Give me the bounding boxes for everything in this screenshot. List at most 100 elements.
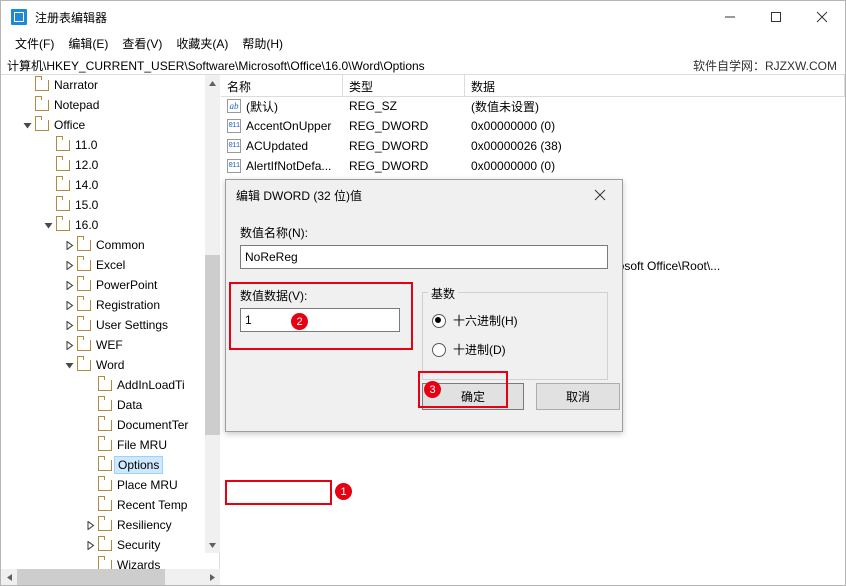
chevron-right-icon[interactable] xyxy=(82,535,98,555)
tree-item-label: File MRU xyxy=(115,437,169,453)
tree-item-documentter[interactable]: DocumentTer xyxy=(1,415,206,435)
chevron-down-icon[interactable] xyxy=(61,355,77,375)
tree-item-registration[interactable]: Registration xyxy=(1,295,206,315)
annotation-badge-1: 1 xyxy=(335,483,352,500)
tree-spacer xyxy=(82,555,98,569)
tree-item-15-0[interactable]: 15.0 xyxy=(1,195,206,215)
chevron-down-icon[interactable] xyxy=(19,115,35,135)
table-row[interactable]: 011AccentOnUpperREG_DWORD0x00000000 (0) xyxy=(221,116,845,136)
tree-item-powerpoint[interactable]: PowerPoint xyxy=(1,275,206,295)
edit-dword-dialog: 编辑 DWORD (32 位)值 数值名称(N): NoReReg 数值数据(V… xyxy=(225,179,623,432)
tree-horizontal-scrollbar[interactable] xyxy=(1,569,220,585)
radio-hexadecimal-label: 十六进制(H) xyxy=(453,312,518,329)
chevron-right-icon[interactable] xyxy=(61,235,77,255)
value-data-cell: 0x00000000 (0) xyxy=(465,159,845,173)
chevron-right-icon[interactable] xyxy=(82,515,98,535)
menu-favorites[interactable]: 收藏夹(A) xyxy=(169,33,235,54)
column-header-data[interactable]: 数据 xyxy=(465,75,845,96)
minimize-icon[interactable] xyxy=(707,1,753,33)
table-row[interactable]: 011ACUpdatedREG_DWORD0x00000026 (38) xyxy=(221,136,845,156)
chevron-right-icon[interactable] xyxy=(61,295,77,315)
tree-scroll-thumb[interactable] xyxy=(205,255,220,435)
address-bar[interactable]: 计算机\HKEY_CURRENT_USER\Software\Microsoft… xyxy=(1,54,845,75)
chevron-right-icon[interactable] xyxy=(61,335,77,355)
tree-item-common[interactable]: Common xyxy=(1,235,206,255)
radio-hexadecimal[interactable]: 十六进制(H) xyxy=(432,312,518,329)
tree-item-label: 16.0 xyxy=(73,217,100,233)
tree-spacer xyxy=(82,455,98,475)
dialog-close-icon[interactable] xyxy=(578,180,622,210)
value-name-text: ACUpdated xyxy=(246,139,308,153)
tree-item-label: Options xyxy=(114,456,163,474)
tree-item-addinloadti[interactable]: AddInLoadTi xyxy=(1,375,206,395)
folder-icon xyxy=(98,515,115,535)
tree-item-data[interactable]: Data xyxy=(1,395,206,415)
registry-tree-pane[interactable]: Narrator Notepad Office11.012.014.015.0 16.… xyxy=(1,75,220,569)
value-data-label: 数值数据(V): xyxy=(240,287,307,304)
menu-view[interactable]: 查看(V) xyxy=(115,33,169,54)
radio-hexadecimal-indicator xyxy=(432,314,446,328)
tree-item-label: Notepad xyxy=(52,97,101,113)
table-row[interactable]: ab(默认)REG_SZ(数值未设置) xyxy=(221,96,845,116)
tree-item-11-0[interactable]: 11.0 xyxy=(1,135,206,155)
tree-hscroll-thumb[interactable] xyxy=(17,569,165,585)
value-data-field[interactable]: 1 xyxy=(240,308,400,332)
value-type-cell: REG_SZ xyxy=(343,99,465,113)
tree-item-label: Place MRU xyxy=(115,477,180,493)
chevron-right-icon[interactable] xyxy=(61,315,77,335)
maximize-icon[interactable] xyxy=(753,1,799,33)
tree-item-14-0[interactable]: 14.0 xyxy=(1,175,206,195)
value-name-field[interactable]: NoReReg xyxy=(240,245,608,269)
tree-item-resiliency[interactable]: Resiliency xyxy=(1,515,206,535)
tree-item-16-0[interactable]: 16.0 xyxy=(1,215,206,235)
radio-decimal[interactable]: 十进制(D) xyxy=(432,341,506,358)
tree-item-place-mru[interactable]: Place MRU xyxy=(1,475,206,495)
tree-spacer xyxy=(40,195,56,215)
column-header-name[interactable]: 名称 xyxy=(221,75,343,96)
chevron-down-icon[interactable] xyxy=(40,215,56,235)
tree-scroll-left-arrow[interactable] xyxy=(1,569,17,585)
close-icon[interactable] xyxy=(799,1,845,33)
tree-item-recent-temp[interactable]: Recent Temp xyxy=(1,495,206,515)
title-bar: 注册表编辑器 xyxy=(1,1,845,33)
table-row[interactable]: 011AlertIfNotDefa...REG_DWORD0x00000000 … xyxy=(221,156,845,176)
value-name-cell: 011AccentOnUpper xyxy=(221,119,343,133)
tree-scroll-right-arrow[interactable] xyxy=(204,569,220,585)
column-header-type[interactable]: 类型 xyxy=(343,75,465,96)
tree-item-office[interactable]: Office xyxy=(1,115,206,135)
tree-spacer xyxy=(82,435,98,455)
registry-path: 计算机\HKEY_CURRENT_USER\Software\Microsoft… xyxy=(7,57,425,74)
tree-item-wizards[interactable]: Wizards xyxy=(1,555,206,569)
tree-item-security[interactable]: Security xyxy=(1,535,206,555)
tree-item-excel[interactable]: Excel xyxy=(1,255,206,275)
tree-scroll-up-arrow[interactable] xyxy=(205,75,220,91)
tree-spacer xyxy=(82,475,98,495)
tree-item-notepad[interactable]: Notepad xyxy=(1,95,206,115)
tree-vertical-scrollbar[interactable] xyxy=(205,75,220,553)
tree-item-wef[interactable]: WEF xyxy=(1,335,206,355)
base-groupbox xyxy=(422,292,608,380)
menu-help[interactable]: 帮助(H) xyxy=(235,33,290,54)
chevron-right-icon[interactable] xyxy=(61,275,77,295)
cancel-button[interactable]: 取消 xyxy=(536,383,620,410)
chevron-right-icon[interactable] xyxy=(61,255,77,275)
tree-item-label: WEF xyxy=(94,337,125,353)
menu-file[interactable]: 文件(F) xyxy=(8,33,61,54)
tree-item-options[interactable]: Options xyxy=(1,455,206,475)
tree-item-label: Resiliency xyxy=(115,517,174,533)
binary-value-icon: 011 xyxy=(227,159,241,173)
tree-scroll-down-arrow[interactable] xyxy=(205,537,220,553)
tree-item-12-0[interactable]: 12.0 xyxy=(1,155,206,175)
tree-item-label: PowerPoint xyxy=(94,277,159,293)
tree-spacer xyxy=(40,135,56,155)
menu-edit[interactable]: 编辑(E) xyxy=(61,33,115,54)
value-data-cell: (数值未设置) xyxy=(465,98,845,115)
tree-item-label: Word xyxy=(94,357,126,373)
tree-item-user-settings[interactable]: User Settings xyxy=(1,315,206,335)
tree-item-narrator[interactable]: Narrator xyxy=(1,75,206,95)
folder-icon xyxy=(56,175,73,195)
values-list-header: 名称 类型 数据 xyxy=(221,75,845,97)
tree-spacer xyxy=(40,155,56,175)
tree-item-word[interactable]: Word xyxy=(1,355,206,375)
tree-item-file-mru[interactable]: File MRU xyxy=(1,435,206,455)
